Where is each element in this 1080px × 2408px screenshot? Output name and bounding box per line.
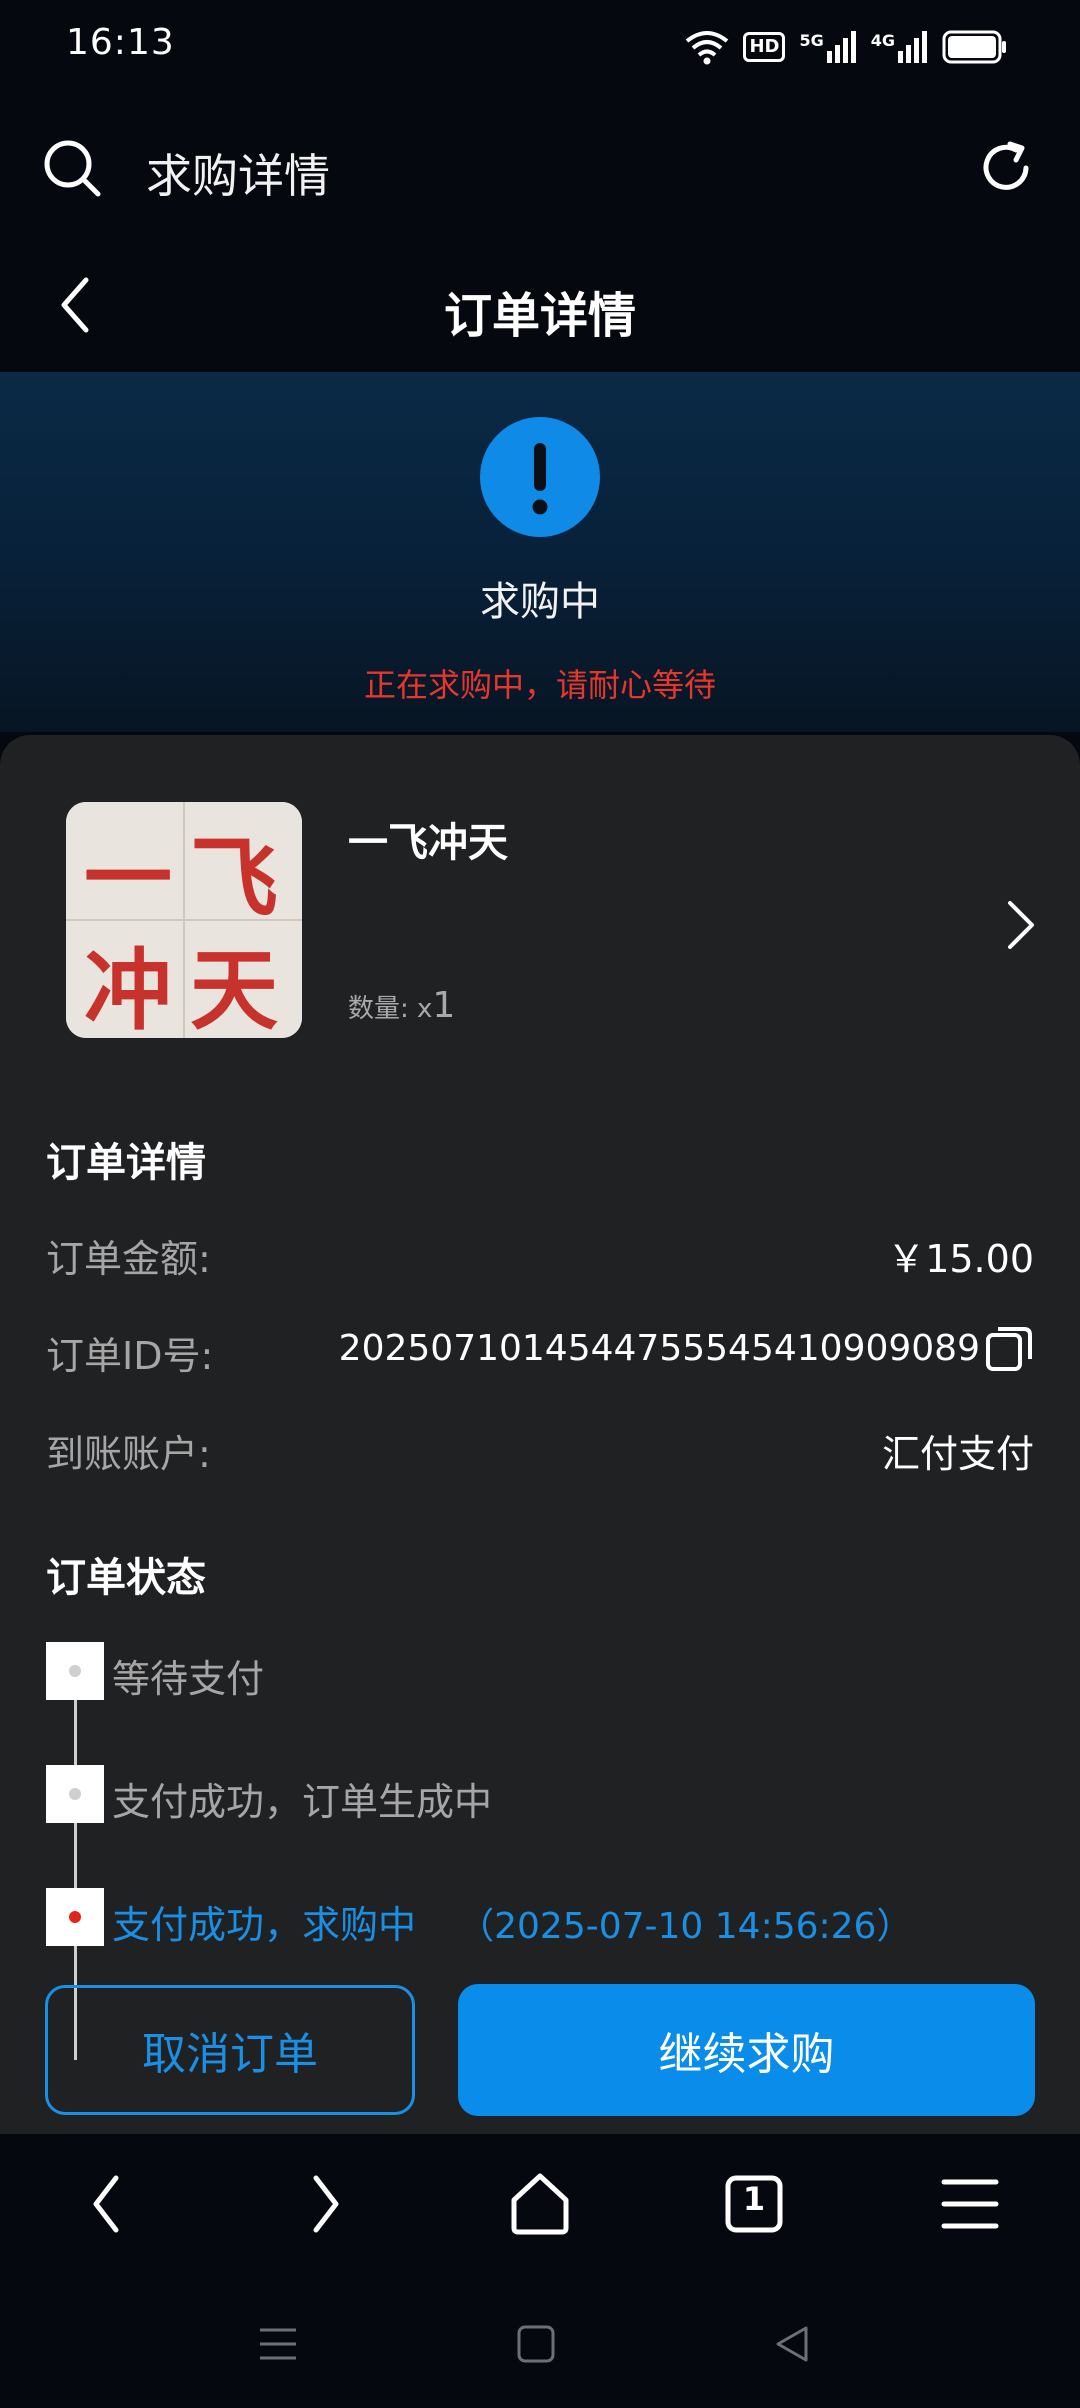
order-card: 一 飞 冲 天 一飞冲天 数量: x1 订单详情 订单金额: ￥15.00 订单…	[0, 735, 1080, 2135]
account-value: 汇付支付	[881, 1432, 1034, 1476]
back-icon[interactable]	[68, 2164, 148, 2244]
tabs-button[interactable]: 1	[714, 2164, 794, 2244]
system-nav-bar	[0, 2274, 1080, 2408]
timeline-node	[46, 1642, 104, 1700]
timeline-step: 支付成功，订单生成中	[112, 1780, 493, 1824]
status-message: 正在求购中，请耐心等待	[363, 666, 716, 704]
battery-icon	[942, 30, 1006, 64]
status-icons: HD 5G 4G	[685, 24, 1008, 70]
order-id-label: 订单ID号:	[46, 1334, 214, 1378]
order-id-row: 2025071014544755545410909089	[339, 1323, 1034, 1373]
chevron-right-icon[interactable]	[1000, 895, 1040, 955]
forward-icon[interactable]	[284, 2164, 364, 2244]
page-header: 订单详情	[0, 240, 1080, 370]
image-char: 飞	[190, 826, 279, 930]
signal-5g: 5G	[799, 31, 856, 63]
hd-badge: HD	[743, 32, 786, 62]
tab-count: 1	[742, 2180, 766, 2218]
amount-label: 订单金额:	[46, 1237, 211, 1281]
home-square-icon[interactable]	[514, 2322, 558, 2366]
timeline-node	[46, 1765, 104, 1823]
cancel-order-button[interactable]: 取消订单	[45, 1985, 415, 2115]
product-name[interactable]: 一飞冲天	[348, 810, 508, 868]
status-time: 16:13	[66, 22, 175, 63]
account-label: 到账账户:	[46, 1432, 211, 1476]
image-char: 一	[84, 826, 173, 930]
browser-title[interactable]: 求购详情	[146, 140, 330, 206]
wifi-icon	[686, 31, 729, 65]
signal-4g: 4G	[871, 31, 928, 63]
continue-purchase-button[interactable]: 继续求购	[458, 1984, 1035, 2116]
image-char: 天	[190, 938, 279, 1038]
search-icon[interactable]	[42, 138, 102, 198]
timeline-node-active	[46, 1888, 104, 1946]
menu-icon[interactable]	[930, 2164, 1010, 2244]
alert-icon	[480, 417, 600, 537]
order-details-title: 订单详情	[46, 1140, 206, 1186]
browser-bar: 求购详情	[0, 110, 1080, 230]
page-title: 订单详情	[443, 288, 636, 344]
order-status-title: 订单状态	[46, 1555, 206, 1601]
browser-nav-bar: 1	[0, 2134, 1080, 2274]
image-char: 冲	[84, 938, 173, 1038]
order-id-value: 2025071014544755545410909089	[338, 1327, 980, 1369]
copy-icon[interactable]	[984, 1323, 1034, 1373]
timeline-step: 等待支付	[112, 1657, 265, 1701]
timeline-step-active: 支付成功，求购中 （2025-07-10 14:56:26）	[112, 1903, 913, 1947]
status-label: 求购中	[480, 579, 600, 625]
product-image[interactable]: 一 飞 冲 天	[66, 802, 302, 1038]
home-icon[interactable]	[500, 2164, 580, 2244]
product-quantity: 数量: x1	[348, 985, 456, 1026]
refresh-icon[interactable]	[976, 138, 1036, 198]
signal-bars-icon	[826, 31, 856, 63]
back-triangle-icon[interactable]	[770, 2322, 814, 2366]
signal-bars-icon	[898, 31, 927, 63]
status-banner: 求购中 正在求购中，请耐心等待	[0, 372, 1080, 732]
recent-apps-icon[interactable]	[256, 2322, 300, 2366]
amount-value: ￥15.00	[887, 1237, 1034, 1281]
